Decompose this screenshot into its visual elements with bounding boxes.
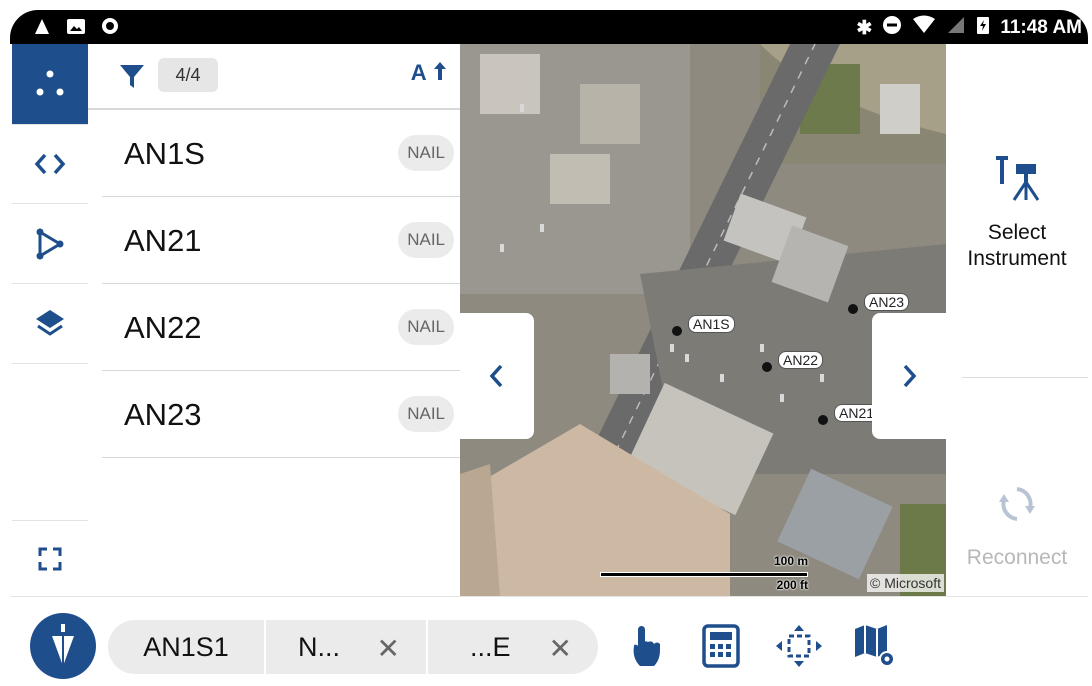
select-instrument-label: Select Instrument xyxy=(967,221,1067,270)
record-icon xyxy=(100,16,120,36)
code-chip-label: AN1S1 xyxy=(143,631,229,662)
hand-pointer-icon xyxy=(633,626,660,666)
point-code-tag: NAIL xyxy=(398,309,454,345)
instrument-panel: Select Instrument Reconnect xyxy=(946,44,1088,596)
reconnect-button[interactable]: Reconnect xyxy=(946,484,1088,584)
point-name: AN21 xyxy=(124,223,202,258)
map-scale-bar: 100 m 200 ft xyxy=(600,554,810,594)
notification-icon xyxy=(32,16,52,36)
filter-icon[interactable] xyxy=(118,62,146,95)
map-settings-button[interactable] xyxy=(850,621,900,671)
point-name: AN1S xyxy=(124,136,205,171)
point-count-badge: 4/4 xyxy=(158,58,218,92)
code-brackets-icon xyxy=(34,153,66,174)
app-frame: ✱ 11:48 AM 4/4 A AN1S NAIL AN21 NAIL AN2… xyxy=(10,10,1088,686)
image-icon xyxy=(66,16,86,36)
sort-button[interactable]: A xyxy=(411,60,448,86)
list-item[interactable]: AN23 NAIL xyxy=(102,371,460,458)
reconnect-label: Reconnect xyxy=(966,546,1068,569)
list-item[interactable]: AN22 NAIL xyxy=(102,284,460,371)
scale-metric-label: 100 m xyxy=(773,554,808,568)
sort-label: A xyxy=(410,60,426,85)
bluetooth-icon: ✱ xyxy=(856,17,873,39)
dnd-icon xyxy=(882,15,902,41)
recent-codes-bar: AN1S1 N... ✕ ...E ✕ xyxy=(108,620,598,674)
select-instrument-button[interactable]: Select Instrument xyxy=(946,144,1088,284)
point-marker[interactable] xyxy=(818,415,828,425)
close-icon[interactable]: ✕ xyxy=(549,632,572,665)
expand-panel-button[interactable] xyxy=(872,313,946,439)
point-name: AN22 xyxy=(124,310,202,345)
left-rail xyxy=(12,44,89,596)
clock: 11:48 AM xyxy=(1000,17,1082,38)
layers-tab-button[interactable] xyxy=(12,284,88,364)
point-marker[interactable] xyxy=(672,326,682,336)
point-marker[interactable] xyxy=(762,362,772,372)
code-tab-button[interactable] xyxy=(12,124,88,204)
sort-ascending-icon xyxy=(434,62,446,80)
fullscreen-icon xyxy=(38,547,62,571)
list-item[interactable]: AN1S NAIL xyxy=(102,110,460,197)
map-point-label: AN23 xyxy=(864,293,910,311)
code-chip-label: N... xyxy=(298,631,341,662)
map-settings-icon xyxy=(855,625,895,667)
map-attribution: © Microsoft xyxy=(867,574,944,592)
map-point-label: AN22 xyxy=(778,351,824,369)
collapse-list-button[interactable] xyxy=(460,313,534,439)
code-chip[interactable]: ...E ✕ xyxy=(428,620,598,674)
code-chip-label: ...E xyxy=(470,631,511,662)
points-icon xyxy=(36,70,64,96)
line-survey-icon xyxy=(36,228,64,259)
point-list-panel: 4/4 A AN1S NAIL AN21 NAIL AN22 NAIL AN23… xyxy=(88,44,460,596)
fullscreen-button[interactable] xyxy=(12,520,88,597)
point-name: AN23 xyxy=(124,397,202,432)
survey-tab-button[interactable] xyxy=(12,204,88,284)
scale-imperial-label: 200 ft xyxy=(776,578,808,592)
measure-fab-button[interactable] xyxy=(30,613,96,679)
calculator-button[interactable] xyxy=(696,621,746,671)
total-station-icon xyxy=(996,156,1040,201)
code-chip[interactable]: N... ✕ xyxy=(266,620,428,674)
close-icon[interactable]: ✕ xyxy=(377,632,400,665)
zoom-extents-icon xyxy=(776,625,822,667)
map-point-label: AN1S xyxy=(688,315,735,333)
panel-divider xyxy=(962,377,1088,378)
point-code-tag: NAIL xyxy=(398,135,454,171)
code-chip[interactable]: AN1S1 xyxy=(108,620,266,674)
tap-tool-button[interactable] xyxy=(620,621,670,671)
calculator-icon xyxy=(702,624,740,668)
point-marker[interactable] xyxy=(848,304,858,314)
layers-icon xyxy=(36,309,64,336)
list-item[interactable]: AN21 NAIL xyxy=(102,197,460,284)
chevron-right-icon xyxy=(903,364,917,388)
battery-icon xyxy=(976,15,990,41)
point-code-tag: NAIL xyxy=(398,222,454,258)
satellite-map[interactable]: AN1S AN22 AN23 AN21 100 m 200 ft © Micro… xyxy=(460,44,946,596)
reconnect-icon xyxy=(999,487,1035,521)
chevron-left-icon xyxy=(489,364,503,388)
zoom-extents-button[interactable] xyxy=(774,621,824,671)
wifi-icon xyxy=(912,15,936,41)
signal-icon xyxy=(946,15,966,41)
point-code-tag: NAIL xyxy=(398,396,454,432)
bottom-toolbar: AN1S1 N... ✕ ...E ✕ xyxy=(10,596,1088,686)
points-tab-button[interactable] xyxy=(12,44,88,125)
plumb-bob-icon xyxy=(52,624,74,666)
status-bar: ✱ 11:48 AM xyxy=(10,10,1088,44)
list-header: 4/4 A xyxy=(88,44,460,110)
